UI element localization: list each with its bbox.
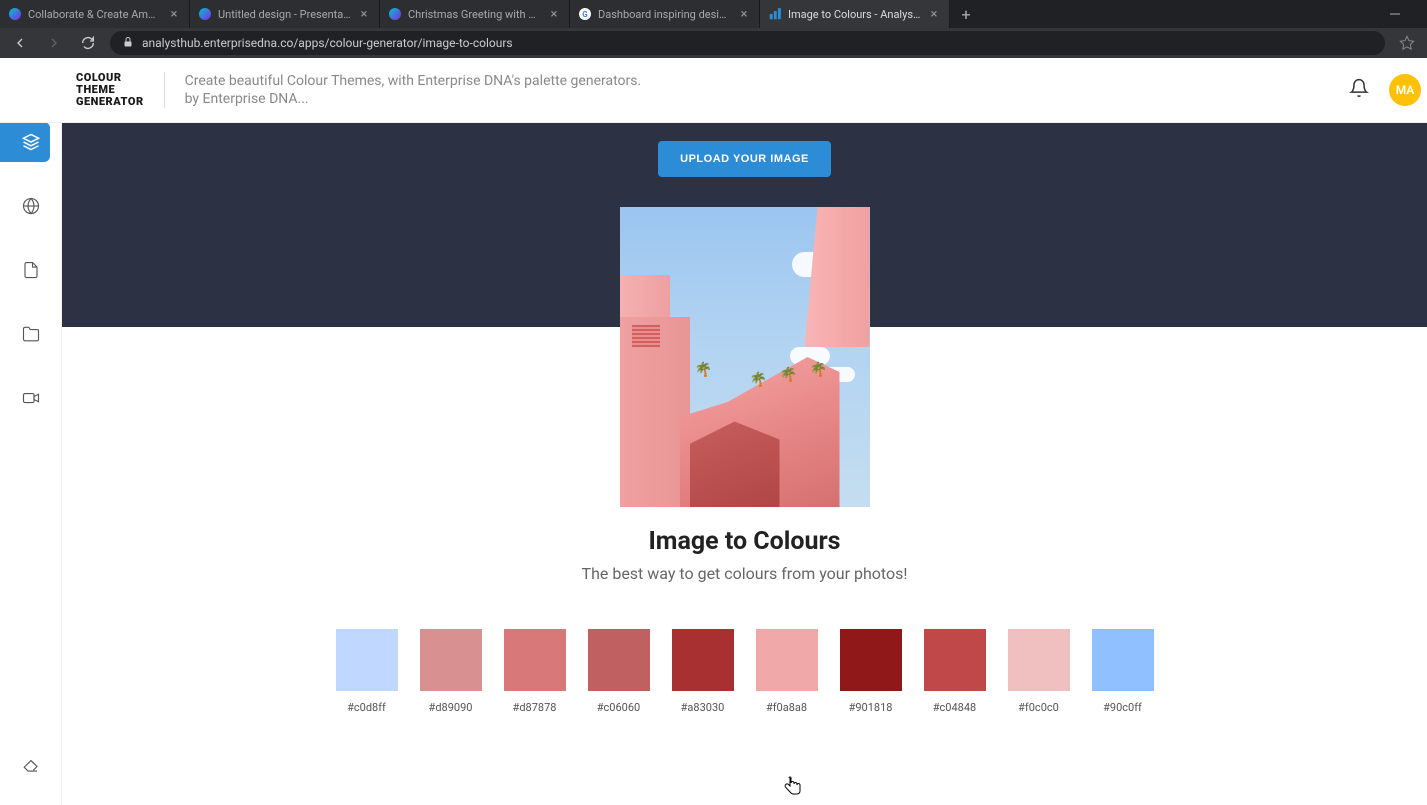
- browser-tab-active[interactable]: Image to Colours - Analyst Hub b ×: [760, 0, 950, 28]
- address-bar: analysthub.enterprisedna.co/apps/colour-…: [0, 28, 1427, 58]
- swatch-label: #f0c0c0: [1018, 701, 1059, 714]
- color-swatch[interactable]: #a83030: [672, 629, 734, 714]
- header-tagline: Create beautiful Colour Themes, with Ent…: [185, 73, 642, 89]
- tab-title: Untitled design - Presentation (1: [218, 8, 351, 21]
- color-swatch[interactable]: #d87878: [504, 629, 566, 714]
- bookmark-button[interactable]: [1395, 31, 1419, 55]
- browser-tab[interactable]: G Dashboard inspiring designs - G ×: [570, 0, 760, 28]
- image-preview[interactable]: 🌴 🌴 🌴 🌴: [620, 207, 870, 507]
- swatch-box: [840, 629, 902, 691]
- swatch-label: #90c0ff: [1103, 701, 1142, 714]
- hub-favicon: [768, 7, 782, 21]
- swatch-box: [1008, 629, 1070, 691]
- close-icon[interactable]: ×: [357, 7, 371, 21]
- header-byline: by Enterprise DNA...: [185, 91, 642, 107]
- swatch-label: #c0d8ff: [347, 701, 386, 714]
- browser-tab[interactable]: Untitled design - Presentation (1 ×: [190, 0, 380, 28]
- upload-section: UPLOAD YOUR IMAGE 🌴 🌴 🌴 🌴: [62, 123, 1427, 327]
- color-swatch[interactable]: #d89090: [420, 629, 482, 714]
- swatch-box: [924, 629, 986, 691]
- close-icon[interactable]: ×: [927, 7, 941, 21]
- swatch-box: [1092, 629, 1154, 691]
- swatch-box: [504, 629, 566, 691]
- logo-line: GENERATOR: [76, 96, 144, 108]
- back-button[interactable]: [8, 31, 32, 55]
- sidebar: [0, 58, 62, 805]
- close-icon[interactable]: ×: [737, 7, 751, 21]
- color-swatch[interactable]: #c06060: [588, 629, 650, 714]
- tab-title: Collaborate & Create Amazing G: [28, 8, 161, 21]
- url-text: analysthub.enterprisedna.co/apps/colour-…: [142, 36, 513, 50]
- browser-tab-bar: Collaborate & Create Amazing G × Untitle…: [0, 0, 1427, 28]
- tab-title: Dashboard inspiring designs - G: [598, 8, 731, 21]
- swatch-label: #f0a8a8: [766, 701, 807, 714]
- color-swatch[interactable]: #c04848: [924, 629, 986, 714]
- swatch-box: [420, 629, 482, 691]
- color-swatch[interactable]: #901818: [840, 629, 902, 714]
- sidebar-item-eraser[interactable]: [0, 745, 50, 785]
- lock-icon: [122, 36, 134, 51]
- color-swatch[interactable]: #90c0ff: [1092, 629, 1154, 714]
- color-palette: #c0d8ff #d89090 #d87878 #c06060 #a83030 #f0a8…: [270, 629, 1220, 714]
- close-icon[interactable]: ×: [167, 7, 181, 21]
- canva-favicon: [8, 7, 22, 21]
- forward-button[interactable]: [42, 31, 66, 55]
- sidebar-item-video[interactable]: [0, 378, 50, 418]
- generator-logo: COLOUR THEME GENERATOR: [76, 72, 165, 108]
- reload-button[interactable]: [76, 31, 100, 55]
- sidebar-item-globe[interactable]: [0, 186, 50, 226]
- upload-image-button[interactable]: UPLOAD YOUR IMAGE: [658, 141, 831, 177]
- color-swatch[interactable]: #f0a8a8: [756, 629, 818, 714]
- url-input[interactable]: analysthub.enterprisedna.co/apps/colour-…: [110, 31, 1385, 55]
- swatch-label: #d89090: [429, 701, 473, 714]
- swatch-box: [756, 629, 818, 691]
- app-header: COLOUR THEME GENERATOR Create beautiful …: [0, 58, 1427, 123]
- swatch-label: #c06060: [597, 701, 640, 714]
- sidebar-item-layers[interactable]: [0, 122, 50, 162]
- user-avatar[interactable]: MA: [1389, 74, 1421, 106]
- swatch-label: #a83030: [681, 701, 725, 714]
- tab-title: Christmas Greeting with Man hol: [408, 8, 541, 21]
- swatch-label: #c04848: [933, 701, 976, 714]
- sidebar-item-folder[interactable]: [0, 314, 50, 354]
- color-swatch[interactable]: #c0d8ff: [336, 629, 398, 714]
- swatch-label: #901818: [849, 701, 893, 714]
- close-icon[interactable]: ×: [547, 7, 561, 21]
- swatch-label: #d87878: [513, 701, 557, 714]
- color-swatch[interactable]: #f0c0c0: [1008, 629, 1070, 714]
- swatch-box: [336, 629, 398, 691]
- page-subtitle: The best way to get colours from your ph…: [62, 564, 1427, 583]
- page-title: Image to Colours: [62, 527, 1427, 556]
- new-tab-button[interactable]: +: [954, 2, 978, 26]
- google-favicon: G: [578, 7, 592, 21]
- notifications-button[interactable]: [1349, 78, 1369, 102]
- swatch-box: [588, 629, 650, 691]
- cursor-pointer-icon: [784, 776, 802, 798]
- browser-tab[interactable]: Christmas Greeting with Man hol ×: [380, 0, 570, 28]
- tab-title: Image to Colours - Analyst Hub b: [788, 8, 921, 21]
- sidebar-item-file[interactable]: [0, 250, 50, 290]
- swatch-box: [672, 629, 734, 691]
- minimize-button[interactable]: [1383, 2, 1407, 26]
- canva-favicon: [388, 7, 402, 21]
- browser-tab[interactable]: Collaborate & Create Amazing G ×: [0, 0, 190, 28]
- canva-favicon: [198, 7, 212, 21]
